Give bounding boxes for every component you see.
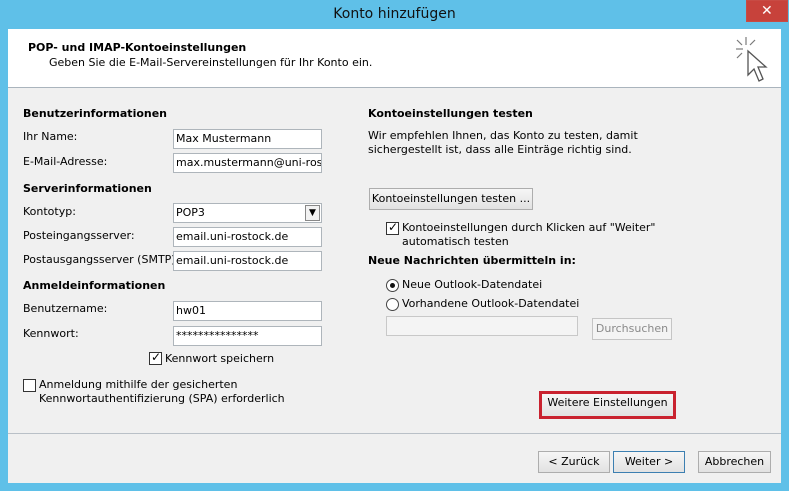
footer-divider: [8, 433, 781, 434]
password-field[interactable]: ***************: [173, 326, 322, 346]
spa-label-line2[interactable]: Kennwortauthentifizierung (SPA) erforder…: [39, 392, 285, 405]
account-type-label: Kontotyp:: [23, 205, 76, 218]
chevron-down-icon[interactable]: ▼: [305, 205, 320, 221]
auto-test-checkbox[interactable]: ✓: [386, 220, 399, 235]
save-password-checkbox[interactable]: ✓: [149, 350, 162, 365]
test-settings-heading: Kontoeinstellungen testen: [368, 107, 533, 120]
email-label: E-Mail-Adresse:: [23, 155, 108, 168]
login-info-heading: Anmeldeinformationen: [23, 279, 166, 292]
save-password-label[interactable]: Kennwort speichern: [165, 352, 274, 365]
incoming-server-label: Posteingangsserver:: [23, 229, 135, 242]
username-label: Benutzername:: [23, 302, 108, 315]
header-subtitle: Geben Sie die E-Mail-Servereinstellungen…: [49, 56, 373, 69]
close-button[interactable]: ✕: [746, 0, 788, 22]
test-settings-button[interactable]: Kontoeinstellungen testen ...: [369, 188, 533, 210]
content-area: Benutzerinformationen Ihr Name: Max Must…: [8, 88, 781, 483]
name-label: Ihr Name:: [23, 130, 78, 143]
spa-checkbox[interactable]: [23, 379, 36, 392]
name-field[interactable]: Max Mustermann: [173, 129, 322, 149]
test-desc-line2: sichergestellt ist, dass alle Einträge r…: [368, 143, 632, 156]
deliver-heading: Neue Nachrichten übermitteln in:: [368, 254, 576, 267]
checkmark-icon: ✓: [151, 350, 162, 364]
auto-test-label-line1[interactable]: Kontoeinstellungen durch Klicken auf "We…: [402, 221, 656, 234]
header-title: POP- und IMAP-Kontoeinstellungen: [28, 41, 247, 54]
radio-existing-data-file-label[interactable]: Vorhandene Outlook-Datendatei: [402, 297, 579, 310]
radio-existing-data-file[interactable]: [386, 298, 399, 311]
user-info-heading: Benutzerinformationen: [23, 107, 168, 120]
username-field[interactable]: hw01: [173, 301, 322, 321]
radio-new-data-file-label[interactable]: Neue Outlook-Datendatei: [402, 278, 542, 291]
incoming-server-field[interactable]: email.uni-rostock.de: [173, 227, 322, 247]
spa-label-line1[interactable]: Anmeldung mithilfe der gesicherten: [39, 378, 237, 391]
browse-button[interactable]: Durchsuchen: [592, 318, 672, 340]
window-title: Konto hinzufügen: [333, 6, 456, 22]
password-label: Kennwort:: [23, 327, 79, 340]
account-type-select[interactable]: POP3 ▼: [173, 203, 322, 223]
header-panel: POP- und IMAP-Kontoeinstellungen Geben S…: [8, 29, 781, 88]
checkmark-icon: ✓: [388, 220, 399, 234]
data-file-path-field[interactable]: [386, 316, 578, 336]
account-type-value: POP3: [176, 206, 205, 219]
auto-test-label-line2[interactable]: automatisch testen: [402, 235, 509, 248]
radio-new-data-file[interactable]: [386, 279, 399, 292]
cancel-button[interactable]: Abbrechen: [698, 451, 771, 473]
outgoing-server-label: Postausgangsserver (SMTP):: [23, 253, 180, 266]
email-field[interactable]: max.mustermann@uni-rostc: [173, 153, 322, 173]
cursor-sparkle-icon: [736, 37, 768, 82]
more-settings-button[interactable]: Weitere Einstellungen: [539, 391, 676, 419]
radio-selected-icon: [390, 283, 395, 288]
outgoing-server-field[interactable]: email.uni-rostock.de: [173, 251, 322, 271]
test-desc-line1: Wir empfehlen Ihnen, das Konto zu testen…: [368, 129, 638, 142]
close-icon: ✕: [761, 3, 773, 19]
title-bar[interactable]: Konto hinzufügen ✕: [0, 0, 789, 29]
back-button[interactable]: < Zurück: [538, 451, 610, 473]
server-info-heading: Serverinformationen: [23, 182, 152, 195]
add-account-dialog: Konto hinzufügen ✕ POP- und IMAP-Kontoei…: [0, 0, 789, 491]
next-button[interactable]: Weiter >: [613, 451, 685, 473]
